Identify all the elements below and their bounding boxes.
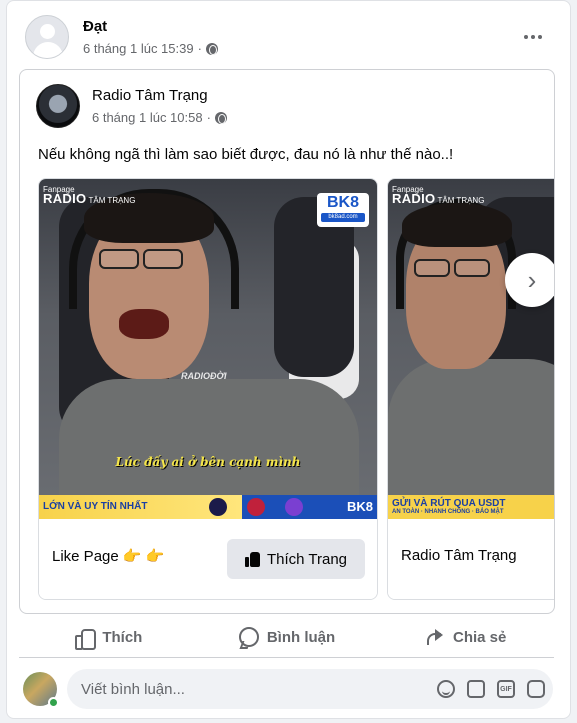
more-options-button[interactable] bbox=[517, 21, 549, 53]
emoji-icon[interactable] bbox=[437, 680, 455, 698]
video-caption: Lúc đấy ai ở bên cạnh mình bbox=[115, 455, 301, 469]
dice-icon bbox=[209, 498, 227, 516]
comment-composer: GIF bbox=[23, 669, 557, 709]
like-page-button[interactable]: Thích Trang bbox=[227, 539, 365, 579]
share-icon bbox=[425, 627, 445, 647]
video-thumbnail[interactable]: Fanpage RADIO TÂM TRẠNG BK8 bk8ad.com RA… bbox=[39, 179, 377, 519]
like-icon bbox=[74, 627, 97, 650]
like-button[interactable]: Thích bbox=[19, 618, 198, 656]
sponsor-logo: BK8 bk8ad.com bbox=[317, 193, 369, 227]
online-status-icon bbox=[48, 697, 59, 708]
camera-icon[interactable] bbox=[467, 680, 485, 698]
slide-label: Like Page 👉 👉 bbox=[52, 548, 165, 565]
slide-footer: Like Page 👉 👉 Thích Trang bbox=[39, 519, 377, 599]
carousel: Fanpage RADIO TÂM TRẠNG BK8 bk8ad.com RA… bbox=[38, 178, 554, 600]
slide-footer: Radio Tâm Trạng bbox=[388, 519, 554, 599]
post-card: Đạt 6 tháng 1 lúc 15:39 · Radio Tâm Trạn… bbox=[6, 0, 571, 719]
shared-time[interactable]: 6 tháng 1 lúc 10:58 bbox=[92, 110, 203, 125]
composer-icons: GIF bbox=[437, 680, 545, 698]
comment-button[interactable]: Bình luận bbox=[198, 618, 377, 656]
action-bar: Thích Bình luận Chia sẻ bbox=[19, 618, 555, 656]
sticker-icon[interactable] bbox=[527, 680, 545, 698]
shared-meta: 6 tháng 1 lúc 10:58 · bbox=[92, 110, 227, 125]
gif-icon[interactable]: GIF bbox=[497, 680, 515, 698]
page-brand: Fanpage RADIO TÂM TRẠNG bbox=[43, 185, 136, 206]
chip-icon bbox=[247, 498, 265, 516]
globe-icon[interactable] bbox=[214, 111, 227, 124]
comment-icon bbox=[238, 627, 259, 647]
shared-author[interactable]: Radio Tâm Trạng bbox=[92, 87, 208, 104]
post-author[interactable]: Đạt bbox=[83, 18, 107, 35]
share-button[interactable]: Chia sẻ bbox=[376, 618, 555, 656]
ad-banner: GỬI VÀ RÚT QUA USDT AN TOÀN · NHANH CHÓN… bbox=[388, 495, 554, 519]
page-brand: Fanpage RADIO TÂM TRẠNG bbox=[392, 185, 485, 206]
default-avatar-icon bbox=[40, 24, 55, 39]
shared-text: Nếu không ngã thì làm sao biết được, đau… bbox=[38, 146, 454, 163]
thumbs-up-icon bbox=[244, 551, 261, 567]
globe-icon[interactable] bbox=[205, 42, 218, 55]
avatar[interactable] bbox=[25, 15, 69, 59]
post-time[interactable]: 6 tháng 1 lúc 15:39 bbox=[83, 41, 194, 56]
ad-banner: LỚN VÀ UY TÍN NHẤT BK8 bbox=[39, 495, 377, 519]
post-meta: 6 tháng 1 lúc 15:39 · bbox=[83, 41, 218, 56]
carousel-slide[interactable]: Fanpage RADIO TÂM TRẠNG GỬI VÀ RÚT QUA U… bbox=[387, 178, 554, 600]
coin-icon bbox=[285, 498, 303, 516]
watermark: RADIOĐỜI bbox=[181, 371, 227, 381]
divider bbox=[19, 657, 554, 658]
separator: · bbox=[197, 41, 202, 56]
video-thumbnail[interactable]: Fanpage RADIO TÂM TRẠNG GỬI VÀ RÚT QUA U… bbox=[388, 179, 554, 519]
page-avatar[interactable] bbox=[36, 84, 80, 128]
post-header: Đạt 6 tháng 1 lúc 15:39 · bbox=[25, 15, 555, 63]
chevron-right-icon[interactable]: › bbox=[505, 253, 554, 307]
shared-post: Radio Tâm Trạng 6 tháng 1 lúc 10:58 · Nế… bbox=[19, 69, 555, 614]
dot-icon bbox=[524, 35, 528, 39]
slide-label[interactable]: Radio Tâm Trạng bbox=[401, 547, 517, 564]
carousel-slide[interactable]: Fanpage RADIO TÂM TRẠNG BK8 bk8ad.com RA… bbox=[38, 178, 378, 600]
